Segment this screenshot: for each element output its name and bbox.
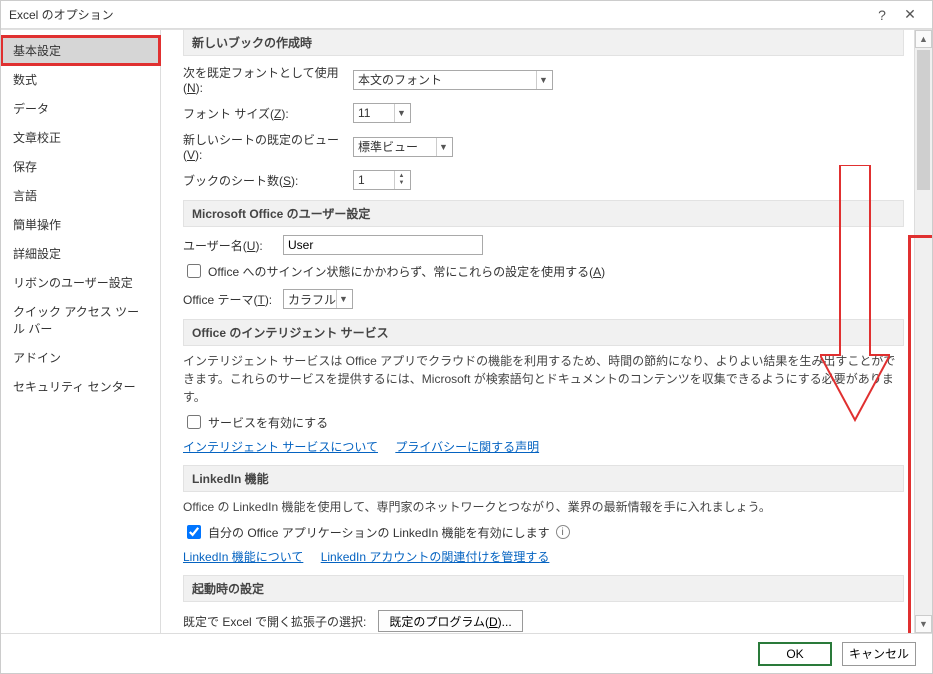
close-icon[interactable]: ✕ [896, 3, 924, 27]
default-programs-button[interactable]: 既定のプログラム(D)... [378, 610, 522, 632]
sidebar-item-6[interactable]: 簡単操作 [1, 210, 160, 239]
intelligent-desc: インテリジェント サービスは Office アプリでクラウドの機能を利用するため… [183, 352, 904, 406]
excel-options-dialog: Excel のオプション ? ✕ 基本設定数式データ文章校正保存言語簡単操作詳細… [0, 0, 933, 674]
help-icon[interactable]: ? [868, 3, 896, 27]
scroll-track[interactable] [915, 48, 932, 615]
sidebar-item-11[interactable]: セキュリティ センター [1, 372, 160, 401]
font-size-select[interactable]: 11 ▼ [353, 103, 411, 123]
content: 新しいブックの作成時 次を既定フォントとして使用(N): 本文のフォント ▼ フ… [161, 30, 914, 633]
sidebar-item-10[interactable]: アドイン [1, 343, 160, 372]
manage-linkedin-link[interactable]: LinkedIn アカウントの関連付けを管理する [321, 550, 550, 564]
always-use-settings-checkbox[interactable] [187, 264, 201, 278]
sidebar-item-4[interactable]: 保存 [1, 152, 160, 181]
enable-linkedin-checkbox[interactable] [187, 525, 201, 539]
privacy-statement-link[interactable]: プライバシーに関する声明 [395, 440, 539, 454]
office-theme-select[interactable]: カラフル ▼ [283, 289, 353, 309]
default-view-select[interactable]: 標準ビュー ▼ [353, 137, 453, 157]
office-theme-value: カラフル [288, 291, 336, 308]
always-use-settings-label: Office へのサインイン状態にかかわらず、常にこれらの設定を使用する(A) [208, 263, 605, 280]
dialog-body: 基本設定数式データ文章校正保存言語簡単操作詳細設定リボンのユーザー設定クイック … [1, 29, 932, 633]
scroll-down-icon[interactable]: ▼ [915, 615, 932, 633]
section-user-header: Microsoft Office のユーザー設定 [183, 200, 904, 227]
sidebar-item-0[interactable]: 基本設定 [1, 36, 160, 65]
vertical-scrollbar[interactable]: ▲ ▼ [914, 30, 932, 633]
sheet-count-spinner[interactable]: 1 ▲▼ [353, 170, 411, 190]
user-name-input[interactable] [283, 235, 483, 255]
chevron-down-icon: ▼ [336, 290, 350, 308]
content-wrap: 新しいブックの作成時 次を既定フォントとして使用(N): 本文のフォント ▼ フ… [161, 30, 932, 633]
ok-button[interactable]: OK [758, 642, 832, 666]
sidebar-item-9[interactable]: クイック アクセス ツール バー [1, 297, 160, 343]
dialog-title: Excel のオプション [9, 6, 868, 23]
sidebar: 基本設定数式データ文章校正保存言語簡単操作詳細設定リボンのユーザー設定クイック … [1, 30, 161, 633]
office-theme-label: Office テーマ(T): [183, 291, 283, 308]
user-name-label: ユーザー名(U): [183, 237, 283, 254]
scroll-thumb[interactable] [917, 50, 930, 190]
chevron-down-icon: ▼ [536, 71, 550, 89]
spinner-icon: ▲▼ [394, 171, 408, 189]
sheet-count-label: ブックのシート数(S): [183, 172, 353, 189]
sidebar-item-1[interactable]: 数式 [1, 65, 160, 94]
default-view-label: 新しいシートの既定のビュー(V): [183, 131, 353, 162]
section-startup-header: 起動時の設定 [183, 575, 904, 602]
sidebar-item-2[interactable]: データ [1, 94, 160, 123]
sidebar-item-8[interactable]: リボンのユーザー設定 [1, 268, 160, 297]
info-icon[interactable]: i [556, 525, 570, 539]
default-font-select[interactable]: 本文のフォント ▼ [353, 70, 553, 90]
chevron-down-icon: ▼ [436, 138, 450, 156]
chevron-down-icon: ▼ [394, 104, 408, 122]
titlebar: Excel のオプション ? ✕ [1, 1, 932, 29]
enable-linkedin-label: 自分の Office アプリケーションの LinkedIn 機能を有効にします [208, 524, 550, 541]
default-font-value: 本文のフォント [358, 71, 442, 88]
sidebar-item-7[interactable]: 詳細設定 [1, 239, 160, 268]
enable-services-label: サービスを有効にする [208, 414, 328, 431]
cancel-button[interactable]: キャンセル [842, 642, 916, 666]
font-size-label: フォント サイズ(Z): [183, 105, 353, 122]
font-size-value: 11 [358, 106, 370, 120]
default-font-label: 次を既定フォントとして使用(N): [183, 64, 353, 95]
about-linkedin-link[interactable]: LinkedIn 機能について [183, 550, 303, 564]
enable-services-checkbox[interactable] [187, 415, 201, 429]
scroll-up-icon[interactable]: ▲ [915, 30, 932, 48]
linkedin-desc: Office の LinkedIn 機能を使用して、専門家のネットワークとつなが… [183, 498, 904, 516]
section-intelligent-header: Office のインテリジェント サービス [183, 319, 904, 346]
section-newbook-header: 新しいブックの作成時 [183, 30, 904, 56]
section-linkedin-header: LinkedIn 機能 [183, 465, 904, 492]
dialog-footer: OK キャンセル [1, 633, 932, 673]
default-extensions-label: 既定で Excel で開く拡張子の選択: [183, 613, 366, 630]
sidebar-item-3[interactable]: 文章校正 [1, 123, 160, 152]
sheet-count-value: 1 [358, 173, 365, 187]
default-view-value: 標準ビュー [358, 138, 418, 155]
about-intelligent-link[interactable]: インテリジェント サービスについて [183, 440, 378, 454]
sidebar-item-5[interactable]: 言語 [1, 181, 160, 210]
